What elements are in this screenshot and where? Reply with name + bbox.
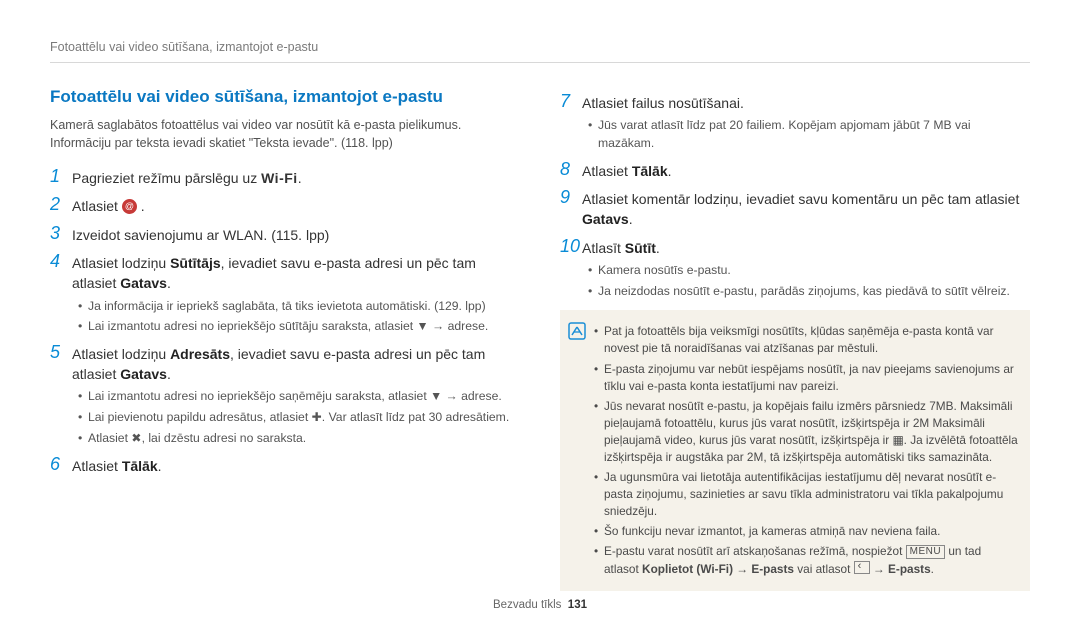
note-item: Ja ugunsmūra vai lietotāja autentifikāci… [594,469,1018,520]
bold: Sūtītājs [170,255,221,271]
text: Atlasiet lodziņu [72,255,170,271]
step-number: 6 [50,454,72,476]
page-number: 131 [568,599,587,611]
text: Atlasīt [582,240,625,256]
text: Atlasiet [582,163,632,179]
note-item-last: E-pastu varat nosūtīt arī atskaņošanas r… [594,543,1018,577]
bold: Tālāk [632,163,668,179]
email-app-icon [122,199,137,214]
step-text: Atlasiet Tālāk. [582,159,1030,181]
text: Atlasiet komentār lodziņu, ievadiet savu… [582,191,1019,207]
step-4: 4 Atlasiet lodziņu Sūtītājs, ievadiet sa… [50,251,520,294]
step-number: 8 [560,159,582,181]
bold: Koplietot (Wi-Fi) → E-pasts [642,562,794,576]
step-6: 6 Atlasiet Tālāk. [50,454,520,476]
step-number: 9 [560,187,582,230]
running-header: Fotoattēlu vai video sūtīšana, izmantojo… [50,38,1030,63]
step-9: 9 Atlasiet komentār lodziņu, ievadiet sa… [560,187,1030,230]
step-8: 8 Atlasiet Tālāk. [560,159,1030,181]
text: Atlasiet [72,458,122,474]
note-list: Pat ja fotoattēls bija veiksmīgi nosūtīt… [594,320,1018,580]
bold: Gatavs [120,275,167,291]
text: . [167,366,171,382]
step-10: 10 Atlasīt Sūtīt. [560,236,1030,258]
manual-page: Fotoattēlu vai video sūtīšana, izmantojo… [0,0,1080,630]
bullet: Kamera nosūtīs e-pastu. [588,262,1030,280]
text: E-pastu varat nosūtīt arī atskaņošanas r… [604,544,906,558]
intro-paragraph: Kamerā saglabātos fotoattēlus vai video … [50,116,520,152]
bold: Adresāts [170,346,230,362]
text: Atlasiet lodziņu [72,346,170,362]
right-column: 7 Atlasiet failus nosūtīšanai. Jūs varat… [560,85,1030,591]
text: . [656,240,660,256]
note-box: Pat ja fotoattēls bija veiksmīgi nosūtīt… [560,310,1030,590]
step-3: 3 Izveidot savienojumu ar WLAN. (115. lp… [50,223,520,245]
bullet: Ja informācija ir iepriekš saglabāta, tā… [78,298,520,316]
step-number: 3 [50,223,72,245]
two-column-layout: Fotoattēlu vai video sūtīšana, izmantojo… [50,85,1030,591]
bold: Sūtīt [625,240,656,256]
menu-button-icon: MENU [906,545,945,559]
note-item: Jūs nevarat nosūtīt e-pastu, ja kopējais… [594,398,1018,466]
note-icon [568,320,588,580]
step-5: 5 Atlasiet lodziņu Adresāts, ievadiet sa… [50,342,520,385]
text: . [137,198,145,214]
text: Pagrieziet režīmu pārslēgu uz [72,170,261,186]
step-text: Atlasiet komentār lodziņu, ievadiet savu… [582,187,1030,230]
step-number: 7 [560,91,582,113]
note-item: Pat ja fotoattēls bija veiksmīgi nosūtīt… [594,323,1018,357]
step-text: Pagrieziet režīmu pārslēgu uz Wi-Fi. [72,166,520,188]
left-column: Fotoattēlu vai video sūtīšana, izmantojo… [50,85,520,591]
step-7: 7 Atlasiet failus nosūtīšanai. [560,91,1030,113]
step-number: 4 [50,251,72,294]
step-text: Atlasiet . [72,194,520,216]
bullet: Atlasiet ✖, lai dzēstu adresi no sarakst… [78,430,520,448]
wifi-label: Wi-Fi [261,170,298,186]
step-text: Atlasiet lodziņu Sūtītājs, ievadiet savu… [72,251,520,294]
step-text: Atlasiet failus nosūtīšanai. [582,91,1030,113]
text: . [298,170,302,186]
step-number: 10 [560,236,582,258]
note-item: Šo funkciju nevar izmantot, ja kameras a… [594,523,1018,540]
bold: E-pasts [888,562,931,576]
bold: Gatavs [582,211,629,227]
step-2: 2 Atlasiet . [50,194,520,216]
step-text: Atlasiet Tālāk. [72,454,520,476]
text: Atlasiet [72,198,122,214]
text: . [167,275,171,291]
step-text: Atlasiet lodziņu Adresāts, ievadiet savu… [72,342,520,385]
step-1: 1 Pagrieziet režīmu pārslēgu uz Wi-Fi. [50,166,520,188]
footer-section-label: Bezvadu tīkls [493,599,561,611]
step-text: Atlasīt Sūtīt. [582,236,1030,258]
text: . [158,458,162,474]
text: → [870,562,888,576]
note-item: E-pasta ziņojumu var nebūt iespējams nos… [594,361,1018,395]
step-text: Izveidot savienojumu ar WLAN. (115. lpp) [72,223,520,245]
text: . [668,163,672,179]
text: vai atlasot [794,562,854,576]
share-icon [854,561,870,574]
step-5-bullets: Lai izmantotu adresi no iepriekšējo saņē… [50,388,520,447]
step-number: 5 [50,342,72,385]
bold: Gatavs [120,366,167,382]
bullet: Lai izmantotu adresi no iepriekšējo saņē… [78,388,520,406]
bullet: Jūs varat atlasīt līdz pat 20 failiem. K… [588,117,1030,152]
text: . [629,211,633,227]
bold: Tālāk [122,458,158,474]
section-title: Fotoattēlu vai video sūtīšana, izmantojo… [50,85,520,110]
bullet: Lai izmantotu adresi no iepriekšējo sūtī… [78,318,520,336]
bullet: Lai pievienotu papildu adresātus, atlasi… [78,409,520,427]
step-4-bullets: Ja informācija ir iepriekš saglabāta, tā… [50,298,520,336]
page-footer: Bezvadu tīkls 131 [0,597,1080,614]
bullet: Ja neizdodas nosūtīt e-pastu, parādās zi… [588,283,1030,301]
step-10-bullets: Kamera nosūtīs e-pastu. Ja neizdodas nos… [560,262,1030,300]
step-7-bullets: Jūs varat atlasīt līdz pat 20 failiem. K… [560,117,1030,152]
step-number: 2 [50,194,72,216]
step-number: 1 [50,166,72,188]
